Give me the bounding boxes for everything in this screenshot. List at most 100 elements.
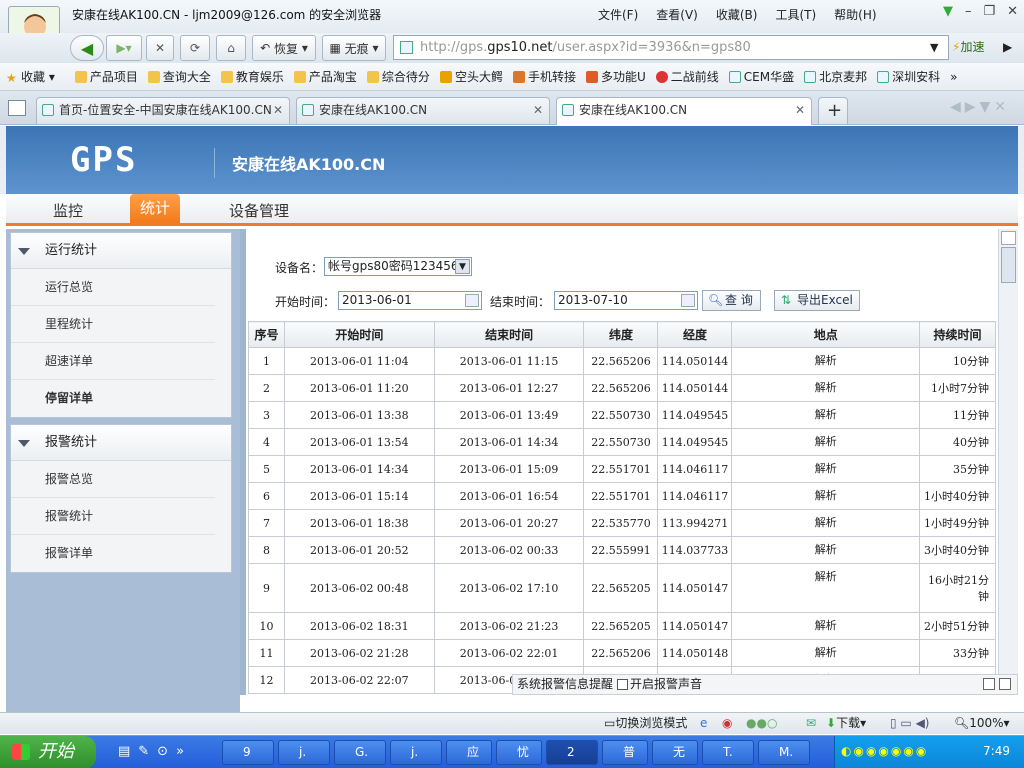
alarm-sound-checkbox[interactable]: [617, 679, 629, 690]
taskbar-item[interactable]: 忧: [496, 740, 542, 765]
device-select[interactable]: 帐号gps80密码123456 ▼: [324, 257, 472, 276]
content-scrollbar[interactable]: [998, 229, 1018, 695]
sidebar-item-run-overview[interactable]: 运行总览: [11, 269, 215, 306]
favorites-menu[interactable]: ★ 收藏 ▾: [6, 68, 55, 85]
taskbar-item[interactable]: T.: [702, 740, 754, 765]
download-button[interactable]: ⬇下载▾: [826, 713, 866, 734]
taskbar-item[interactable]: 普: [602, 740, 648, 765]
cell-location[interactable]: 解析: [731, 563, 921, 613]
start-button[interactable]: 开始: [0, 736, 96, 768]
skin-icon[interactable]: ▼: [943, 4, 953, 19]
sidebar-item-alarm-overview[interactable]: 报警总览: [11, 461, 215, 498]
cell-location[interactable]: 解析: [731, 536, 921, 564]
taskbar-item[interactable]: G.: [334, 740, 386, 765]
favorite-item[interactable]: 教育娱乐: [220, 68, 284, 85]
restore-panel-icon[interactable]: [983, 678, 995, 690]
favorite-item[interactable]: 北京麦邦: [804, 68, 867, 85]
nav-monitor[interactable]: 监控: [53, 200, 83, 221]
cell-location[interactable]: 解析: [731, 639, 921, 667]
scroll-thumb[interactable]: [1001, 247, 1016, 283]
home-button[interactable]: ⌂: [216, 35, 246, 61]
back-button[interactable]: ◀: [70, 35, 104, 61]
close-tab-icon[interactable]: ✕: [795, 98, 805, 123]
favorite-item[interactable]: CEM华盛: [728, 68, 794, 85]
cell-location[interactable]: 解析: [731, 612, 921, 640]
col-header-end[interactable]: 结束时间: [433, 321, 585, 348]
favorites-more-button[interactable]: »: [950, 70, 957, 84]
close-tab-icon[interactable]: ✕: [273, 98, 283, 123]
favorite-item[interactable]: 产品项目: [74, 68, 138, 85]
menu-view[interactable]: 查看(V): [656, 6, 698, 23]
taskbar-item[interactable]: j.: [390, 740, 442, 765]
nav-device-management[interactable]: 设备管理: [229, 200, 289, 221]
cell-location[interactable]: 解析: [731, 482, 921, 510]
restore-button[interactable]: ↶ 恢复 ▾: [252, 35, 316, 61]
browser-tab[interactable]: 安康在线AK100.CN ✕: [296, 97, 550, 124]
refresh-button[interactable]: ⟳: [180, 35, 210, 61]
nav-statistics[interactable]: 统计: [130, 194, 180, 223]
col-header-duration[interactable]: 持续时间: [919, 321, 996, 348]
col-header-lat[interactable]: 纬度: [583, 321, 659, 348]
toggle-icon[interactable]: ●●○: [746, 713, 777, 734]
switch-mode-button[interactable]: ▭切换浏览模式: [604, 713, 687, 734]
address-bar[interactable]: http://gps.gps10.net/user.aspx?id=3936&n…: [393, 35, 949, 60]
quicklaunch-icons[interactable]: ▤✎⊙»: [118, 744, 192, 759]
col-header-start[interactable]: 开始时间: [283, 321, 435, 348]
incognito-button[interactable]: ▦ 无痕 ▾: [322, 35, 386, 61]
favorite-item[interactable]: 深圳安科: [877, 68, 940, 85]
query-button[interactable]: 🔍︎ 查 询: [702, 290, 761, 311]
col-header-lng[interactable]: 经度: [657, 321, 733, 348]
new-tab-button[interactable]: +: [818, 97, 848, 124]
favorite-item[interactable]: 多功能U: [585, 68, 646, 85]
taskbar-item[interactable]: j.: [278, 740, 330, 765]
favorite-item[interactable]: 产品淘宝: [293, 68, 357, 85]
cell-location[interactable]: 解析: [731, 401, 921, 429]
calendar-icon[interactable]: [465, 294, 479, 307]
taskbar-item-active[interactable]: 2: [546, 740, 598, 765]
menu-file[interactable]: 文件(F): [598, 6, 638, 23]
col-header-location[interactable]: 地点: [731, 321, 921, 348]
cell-location[interactable]: 解析: [731, 455, 921, 483]
end-date-input[interactable]: 2013-07-10: [554, 291, 698, 310]
forward-button[interactable]: ▶▾: [106, 35, 142, 61]
sidebar-item-mileage[interactable]: 里程统计: [11, 306, 215, 343]
browser-tab-active[interactable]: 安康在线AK100.CN ✕: [556, 97, 812, 125]
status-tool-icons[interactable]: ▯ ▭ ◀): [890, 713, 929, 734]
taskbar-item[interactable]: 无: [652, 740, 698, 765]
sidebar-toggle-icon[interactable]: [8, 100, 26, 116]
sidebar-group-header[interactable]: 运行统计: [11, 233, 231, 269]
browser-tab[interactable]: 首页-位置安全-中国安康在线AK100.CN ✕: [36, 97, 290, 124]
tab-nav-icons[interactable]: ◀▶▼✕: [950, 99, 1010, 115]
scroll-up-icon[interactable]: [1001, 231, 1016, 245]
address-dropdown-icon[interactable]: ▼: [930, 41, 938, 54]
sidebar-group-header[interactable]: 报警统计: [11, 425, 231, 461]
cell-location[interactable]: 解析: [731, 347, 921, 375]
zoom-control[interactable]: 🔍︎100%▾: [954, 713, 1010, 734]
favorite-item[interactable]: 综合待分: [366, 68, 430, 85]
close-tab-icon[interactable]: ✕: [533, 98, 543, 123]
export-excel-button[interactable]: ⇅ 导出Excel: [774, 290, 860, 311]
menu-tools[interactable]: 工具(T): [775, 6, 816, 23]
stop-button[interactable]: ✕: [146, 35, 174, 61]
col-header-index[interactable]: 序号: [248, 321, 285, 348]
sidebar-item-alarm-stats[interactable]: 报警统计: [11, 498, 215, 535]
favorite-item[interactable]: 二战前线: [655, 68, 719, 85]
mail-icon[interactable]: ✉: [806, 713, 816, 734]
maximize-panel-icon[interactable]: [999, 678, 1011, 690]
taskbar-item[interactable]: M.: [758, 740, 810, 765]
sidebar-item-speeding[interactable]: 超速详单: [11, 343, 215, 380]
tray-icons[interactable]: ◐◉◉◉◉◉◉: [841, 744, 928, 758]
favorite-item[interactable]: 查询大全: [147, 68, 211, 85]
shield-icon[interactable]: ◉: [722, 713, 732, 734]
close-window-button[interactable]: ✕: [1007, 4, 1018, 19]
cell-location[interactable]: 解析: [731, 374, 921, 402]
cell-location[interactable]: 解析: [731, 428, 921, 456]
minimize-button[interactable]: –: [965, 4, 972, 19]
menu-favorites[interactable]: 收藏(B): [716, 6, 758, 23]
taskbar-item[interactable]: 应: [446, 740, 492, 765]
favorite-item[interactable]: 空头大鳄: [439, 68, 503, 85]
cell-location[interactable]: 解析: [731, 509, 921, 537]
go-arrow-icon[interactable]: ▶: [1003, 40, 1012, 54]
sidebar-item-alarm-details[interactable]: 报警详单: [11, 535, 215, 572]
sidebar-item-stops[interactable]: 停留详单: [11, 380, 215, 417]
